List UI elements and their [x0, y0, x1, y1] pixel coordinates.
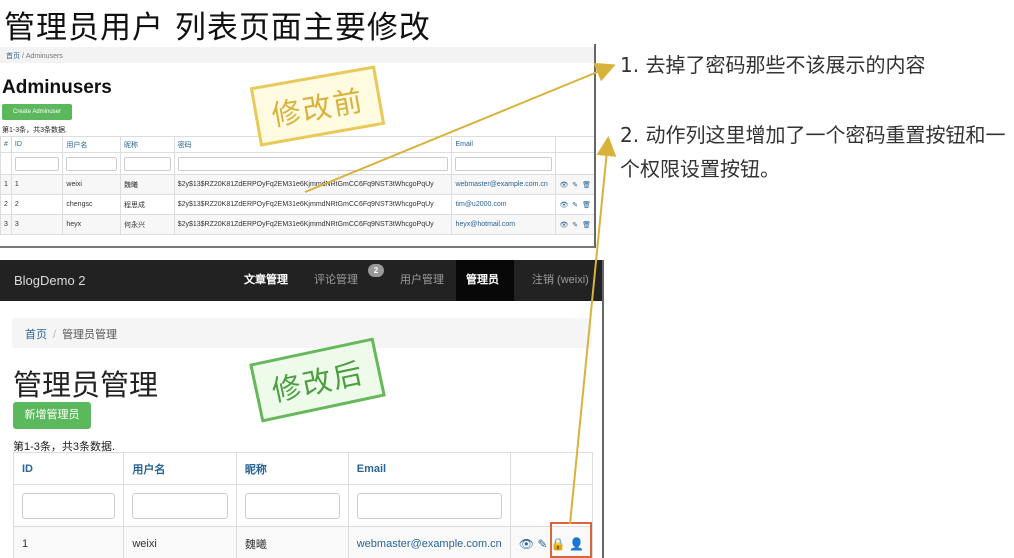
- create-admin-button[interactable]: 新增管理员: [13, 402, 91, 429]
- row-actions[interactable]: 👁 ✎ 🗑: [555, 214, 594, 235]
- page-title: 管理员管理: [13, 370, 159, 402]
- row-number: 1: [0, 174, 12, 195]
- column-header-nickname[interactable]: 昵称: [235, 452, 349, 485]
- row-email-link[interactable]: tim@u2000.com: [455, 201, 506, 208]
- nav-item-posts[interactable]: 文章管理: [234, 260, 298, 301]
- breadcrumb-home-link[interactable]: 首页: [6, 53, 20, 60]
- row-email-link[interactable]: heyx@hotmail.com: [455, 221, 515, 228]
- column-header-actions: [509, 452, 594, 485]
- column-header: #: [0, 136, 12, 153]
- breadcrumb-current: Adminusers: [25, 53, 63, 60]
- admins-table: ID 用户名 昵称 Email 1 weixi 魏曦 webmaster@exa…: [12, 452, 594, 558]
- breadcrumb: 首页 / Adminusers: [0, 47, 594, 63]
- row-username: chengsc: [62, 194, 122, 215]
- new-actions-highlight: [550, 522, 592, 558]
- row-username: weixi: [123, 526, 237, 558]
- row-nickname: 程思成: [120, 194, 175, 215]
- row-id: 2: [10, 194, 64, 215]
- comment-count-badge: 2: [368, 264, 384, 277]
- filter-username-input[interactable]: [132, 492, 228, 519]
- column-header-id[interactable]: ID: [10, 136, 64, 153]
- row-number: 3: [0, 214, 12, 235]
- row-email-link[interactable]: webmaster@example.com.cn: [357, 538, 502, 550]
- nav-item-users[interactable]: 用户管理: [390, 260, 454, 301]
- row-password: $2y$13$RZ20K81ZdERPOyFq2EM31e6KjmmdNRtGm…: [173, 194, 453, 215]
- column-header-email[interactable]: Email: [347, 452, 511, 485]
- page-title: Adminusers: [2, 77, 112, 98]
- filter-nickname-input[interactable]: [244, 492, 340, 519]
- breadcrumb: 首页 / 管理员管理: [12, 318, 592, 348]
- row-id: 1: [10, 174, 64, 195]
- column-header-email[interactable]: Email: [451, 136, 557, 153]
- row-nickname: 魏曦: [120, 174, 175, 195]
- navbar: BlogDemo 2 文章管理 评论管理 2 用户管理 管理员 注销 (weix…: [0, 260, 602, 301]
- summary-text: 第1-3条，共3条数据.: [2, 127, 67, 134]
- nav-item-comments[interactable]: 评论管理: [304, 260, 368, 301]
- row-actions[interactable]: 👁 ✎ 🗑: [555, 194, 594, 215]
- brand-logo[interactable]: BlogDemo 2: [14, 273, 86, 288]
- note-added-actions: 2. 动作列这里增加了一个密码重置按钮和一个权限设置按钮。: [620, 123, 1006, 181]
- slide-title: 管理员用户 列表页面主要修改: [4, 10, 431, 46]
- row-email-link[interactable]: webmaster@example.com.cn: [455, 181, 547, 188]
- table-row: 3 3 heyx 何永兴 $2y$13$RZ20K81ZdERPOyFq2EM3…: [0, 214, 594, 235]
- column-header-username[interactable]: 用户名: [123, 452, 237, 485]
- table-row: 1 weixi 魏曦 webmaster@example.com.cn 👁 ✎ …: [12, 526, 594, 558]
- column-header-id[interactable]: ID: [12, 452, 125, 485]
- row-password: $2y$13$RZ20K81ZdERPOyFq2EM31e6KjmmdNRtGm…: [173, 174, 453, 195]
- row-number: 2: [0, 194, 12, 215]
- row-actions[interactable]: 👁 ✎ 🗑: [555, 174, 594, 195]
- table-row: 2 2 chengsc 程思成 $2y$13$RZ20K81ZdERPOyFq2…: [0, 194, 594, 215]
- filter-password-input[interactable]: [177, 156, 449, 171]
- breadcrumb-home-link[interactable]: 首页: [25, 329, 47, 341]
- breadcrumb-current: 管理员管理: [62, 329, 118, 341]
- row-username: weixi: [62, 174, 122, 195]
- row-id: 1: [12, 526, 125, 558]
- filter-email-input[interactable]: [455, 156, 553, 171]
- filter-email-input[interactable]: [356, 492, 502, 519]
- table-row: 1 1 weixi 魏曦 $2y$13$RZ20K81ZdERPOyFq2EM3…: [0, 174, 594, 195]
- filter-nickname-input[interactable]: [124, 156, 171, 171]
- column-header-nickname[interactable]: 昵称: [120, 136, 175, 153]
- create-adminuser-button[interactable]: Create Adminuser: [2, 104, 72, 120]
- nav-item-admins[interactable]: 管理员: [456, 260, 514, 301]
- row-id: 3: [10, 214, 64, 235]
- note-removed-password: 1. 去掉了密码那些不该展示的内容: [620, 53, 926, 77]
- row-nickname: 魏曦: [235, 526, 349, 558]
- breadcrumb-separator: /: [53, 329, 57, 341]
- before-screenshot: 首页 / Adminusers Adminusers Create Adminu…: [0, 44, 596, 248]
- row-password: $2y$13$RZ20K81ZdERPOyFq2EM31e6KjmmdNRtGm…: [173, 214, 453, 235]
- filter-username-input[interactable]: [66, 156, 118, 171]
- column-header-password[interactable]: 密码: [173, 136, 453, 153]
- column-header-actions: [555, 136, 594, 153]
- row-nickname: 何永兴: [120, 214, 175, 235]
- nav-item-logout[interactable]: 注销 (weixi): [522, 260, 599, 301]
- column-header-username[interactable]: 用户名: [62, 136, 122, 153]
- adminusers-table: # ID 用户名 昵称 密码 Email 1 1 weixi 魏曦 $2y$13…: [0, 136, 594, 235]
- row-username: heyx: [62, 214, 122, 235]
- filter-id-input[interactable]: [22, 492, 116, 519]
- filter-id-input[interactable]: [14, 156, 60, 171]
